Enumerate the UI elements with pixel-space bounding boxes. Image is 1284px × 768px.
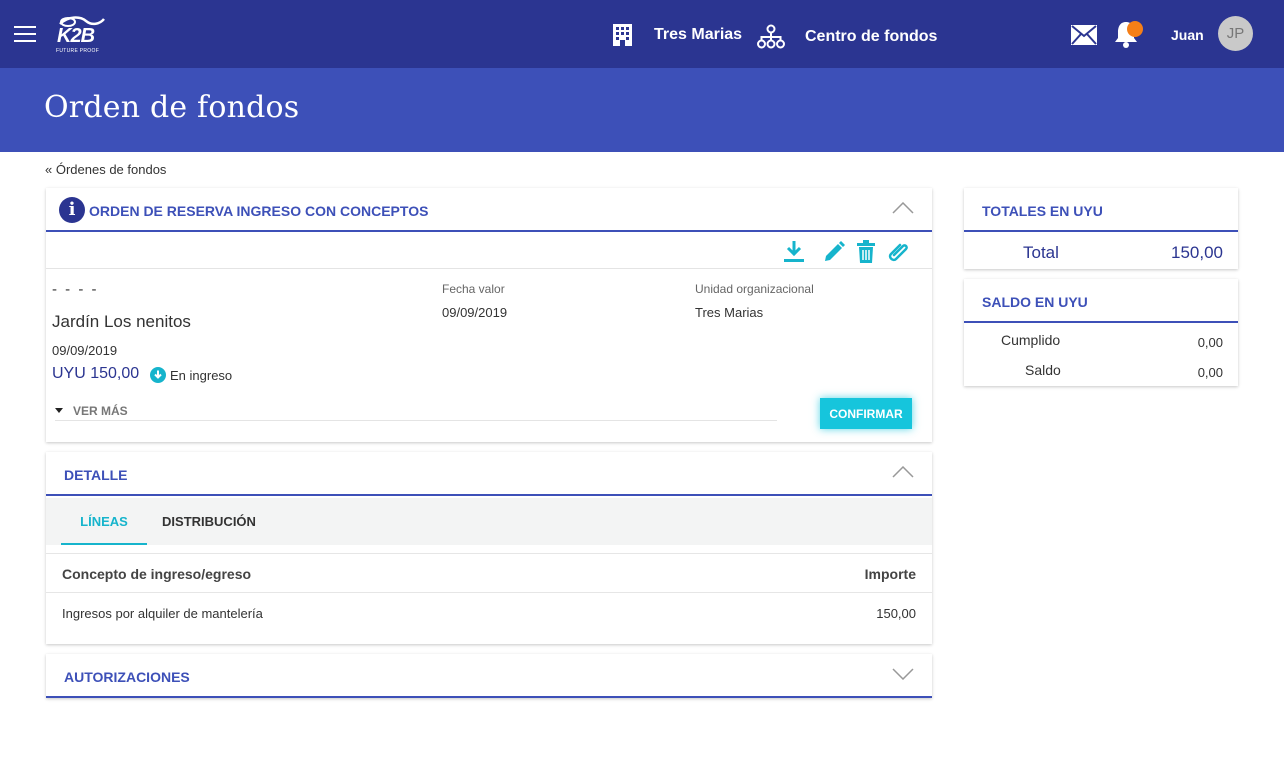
status-badge: En ingreso [150, 367, 232, 383]
edit-icon[interactable] [822, 240, 846, 264]
autorizaciones-header[interactable]: AUTORIZACIONES [46, 654, 932, 698]
unidad-value: Tres Marias [695, 305, 764, 320]
detalle-title: DETALLE [64, 467, 128, 483]
chevron-up-icon[interactable] [892, 202, 914, 214]
saldo-title: SALDO EN UYU [982, 294, 1088, 310]
fecha-valor-value: 09/09/2019 [442, 305, 508, 320]
title-band: Orden de fondos [0, 68, 1284, 152]
arrow-down-circle-icon [150, 367, 166, 383]
cost-center-selector[interactable]: Centro de fondos [757, 24, 937, 49]
caret-down-icon [55, 408, 63, 413]
totales-title: TOTALES EN UYU [982, 203, 1103, 219]
unidad-label: Unidad organizacional [695, 282, 814, 296]
total-label: Total [1023, 243, 1059, 262]
delete-icon[interactable] [856, 240, 876, 264]
order-card-title: ORDEN DE RESERVA INGRESO CON CONCEPTOS [89, 203, 429, 219]
user-name[interactable]: Juan [1171, 27, 1204, 43]
totales-card: TOTALES EN UYU Total 150,00 [964, 188, 1238, 269]
saldo-card: SALDO EN UYU Cumplido 0,00 Saldo 0,00 [964, 279, 1238, 386]
company-selector[interactable]: Tres Marias [612, 24, 742, 46]
cost-center-name: Centro de fondos [805, 27, 938, 45]
notification-badge [1127, 21, 1143, 37]
order-toolbar [46, 234, 932, 269]
download-icon[interactable] [783, 240, 805, 264]
total-value: 150,00 [1171, 243, 1223, 262]
column-concepto[interactable]: Concepto de ingreso/egreso [62, 566, 251, 582]
hierarchy-icon [757, 24, 785, 49]
status-text: En ingreso [170, 367, 233, 383]
ver-mas-label: VER MÁS [73, 404, 128, 418]
cumplido-value: 0,00 [1197, 335, 1223, 350]
ver-mas-toggle[interactable]: VER MÁS [55, 404, 777, 421]
confirm-button[interactable]: CONFIRMAR [820, 398, 912, 429]
order-card-header: i ORDEN DE RESERVA INGRESO CON CONCEPTOS [46, 188, 932, 232]
row-concepto: Ingresos por alquiler de mantelería [62, 606, 263, 621]
k2b-logo[interactable]: K2B FUTURE PROOF [54, 14, 110, 58]
logo-tagline: FUTURE PROOF [56, 48, 100, 54]
detalle-header: DETALLE [46, 452, 932, 496]
saldo-label: Saldo [1025, 362, 1061, 378]
chevron-up-icon[interactable] [892, 466, 914, 478]
table-header: Concepto de ingreso/egreso Importe [46, 553, 932, 593]
breadcrumb[interactable]: « Órdenes de fondos [45, 162, 166, 177]
table-row[interactable]: Ingresos por alquiler de mantelería 150,… [46, 593, 932, 635]
row-importe: 150,00 [876, 606, 916, 621]
page-title: Orden de fondos [44, 90, 300, 125]
tab-distribucion[interactable]: DISTRIBUCIÓN [161, 498, 257, 545]
order-date: 09/09/2019 [52, 343, 118, 358]
attach-icon[interactable] [887, 240, 911, 264]
tab-lineas[interactable]: LÍNEAS [61, 498, 147, 545]
totales-header: TOTALES EN UYU [964, 188, 1238, 232]
avatar[interactable]: JP [1218, 16, 1253, 51]
building-icon [613, 24, 632, 46]
column-importe[interactable]: Importe [865, 566, 916, 582]
saldo-header: SALDO EN UYU [964, 279, 1238, 323]
order-amount: UYU 150,00 [52, 365, 140, 382]
info-icon: i [59, 197, 85, 223]
fecha-valor-label: Fecha valor [442, 282, 505, 296]
logo-text: K2B [57, 25, 95, 47]
detalle-card: DETALLE LÍNEAS DISTRIBUCIÓN Concepto de … [46, 452, 932, 644]
company-name: Tres Marias [654, 26, 743, 43]
order-card: i ORDEN DE RESERVA INGRESO CON CONCEPTOS… [46, 188, 932, 442]
mail-icon[interactable] [1071, 25, 1097, 45]
top-bar: K2B FUTURE PROOF Tres Marias Centro de f… [0, 0, 1284, 68]
autorizaciones-card: AUTORIZACIONES [46, 654, 932, 698]
hamburger-menu-icon[interactable] [14, 26, 36, 42]
autorizaciones-title: AUTORIZACIONES [64, 669, 190, 685]
saldo-value: 0,00 [1197, 365, 1223, 380]
order-number: - - - - [52, 281, 99, 298]
detalle-tabs: LÍNEAS DISTRIBUCIÓN [46, 498, 932, 545]
client-name: Jardín Los nenitos [52, 312, 191, 331]
cumplido-label: Cumplido [1001, 332, 1061, 348]
chevron-down-icon[interactable] [892, 668, 914, 680]
